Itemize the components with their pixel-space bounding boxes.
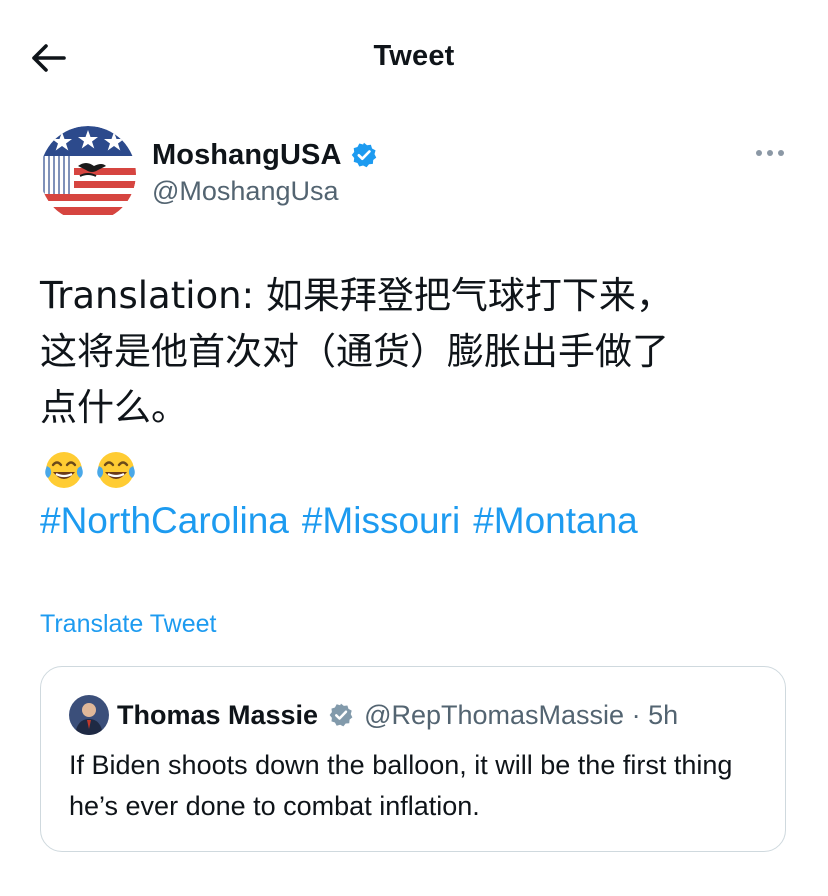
- top-bar: Tweet: [0, 0, 828, 116]
- verified-badge-icon: [351, 142, 376, 168]
- tears-of-joy-emoji-icon: [45, 452, 83, 488]
- hashtag-row: #NorthCarolina #Missouri #Montana: [40, 500, 651, 542]
- quoted-avatar[interactable]: [69, 695, 109, 735]
- tweet-line: Translation: 如果拜登把气球打下来，: [40, 274, 673, 317]
- page-title: Tweet: [373, 40, 455, 72]
- translate-tweet-link[interactable]: Translate Tweet: [40, 610, 216, 639]
- author-handle[interactable]: @MoshangUsa: [152, 176, 339, 207]
- avatar[interactable]: [40, 126, 136, 222]
- tweet-line: 这将是他首次对（通货）膨胀出手做了: [40, 330, 669, 373]
- person-avatar-icon: [69, 695, 109, 735]
- more-dots-icon: [756, 150, 784, 156]
- more-options-button[interactable]: [752, 144, 792, 162]
- hashtag-link[interactable]: #Missouri: [302, 500, 460, 541]
- tears-of-joy-emoji-icon: [97, 452, 135, 488]
- hashtag-link[interactable]: #Montana: [473, 500, 638, 541]
- quoted-author-name: Thomas Massie: [117, 699, 319, 730]
- tweet-line: 点什么。: [40, 386, 188, 429]
- tweet-text: Translation: 如果拜登把气球打下来， 这将是他首次对（通货）膨胀出手…: [40, 268, 800, 436]
- quoted-header: Thomas Massie @RepThomasMassie · 5h: [117, 697, 678, 733]
- verified-badge-icon: [329, 703, 353, 727]
- author-name-row[interactable]: MoshangUSA: [152, 135, 378, 175]
- quoted-tweet-card[interactable]: Thomas Massie @RepThomasMassie · 5h If B…: [40, 666, 786, 852]
- quoted-handle-time: @RepThomasMassie · 5h: [364, 699, 679, 730]
- flag-eagle-avatar-icon: [40, 126, 136, 222]
- hashtag-link[interactable]: #NorthCarolina: [40, 500, 289, 541]
- emoji-row: [42, 448, 138, 494]
- author-name: MoshangUSA: [152, 138, 342, 171]
- quoted-tweet-text: If Biden shoots down the balloon, it wil…: [69, 750, 733, 821]
